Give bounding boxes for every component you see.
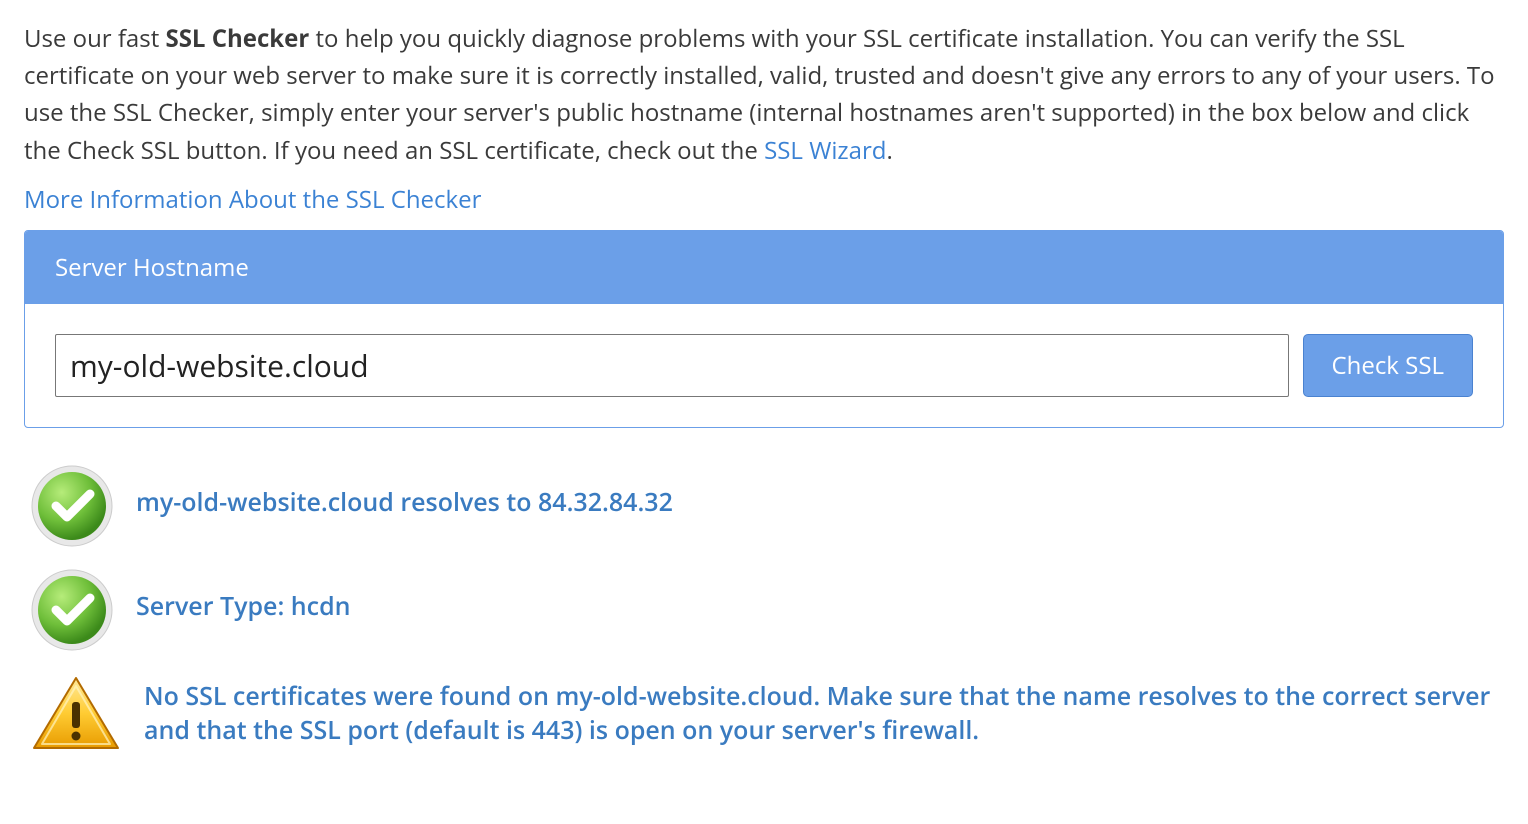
result-server-type-text: Server Type: hcdn — [136, 568, 351, 624]
check-circle-icon — [30, 464, 114, 548]
intro-prefix: Use our fast — [24, 22, 165, 55]
hostname-panel: Server Hostname Check SSL — [24, 230, 1504, 428]
warning-triangle-icon — [30, 672, 122, 756]
intro-text: Use our fast SSL Checker to help you qui… — [24, 20, 1504, 169]
check-circle-icon — [30, 568, 114, 652]
intro-suffix: . — [887, 134, 893, 167]
result-warning-text: No SSL certificates were found on my-old… — [144, 672, 1504, 748]
panel-header: Server Hostname — [25, 231, 1503, 304]
panel-body: Check SSL — [25, 304, 1503, 427]
hostname-input[interactable] — [55, 334, 1289, 397]
more-info-link[interactable]: More Information About the SSL Checker — [24, 183, 481, 216]
results-list: my-old-website.cloud resolves to 84.32.8… — [24, 464, 1504, 756]
result-row: No SSL certificates were found on my-old… — [30, 672, 1504, 756]
ssl-wizard-link[interactable]: SSL Wizard — [764, 134, 886, 167]
result-row: my-old-website.cloud resolves to 84.32.8… — [30, 464, 1504, 548]
result-resolve-text: my-old-website.cloud resolves to 84.32.8… — [136, 464, 673, 520]
intro-bold: SSL Checker — [165, 22, 309, 55]
result-row: Server Type: hcdn — [30, 568, 1504, 652]
check-ssl-button[interactable]: Check SSL — [1303, 334, 1474, 397]
